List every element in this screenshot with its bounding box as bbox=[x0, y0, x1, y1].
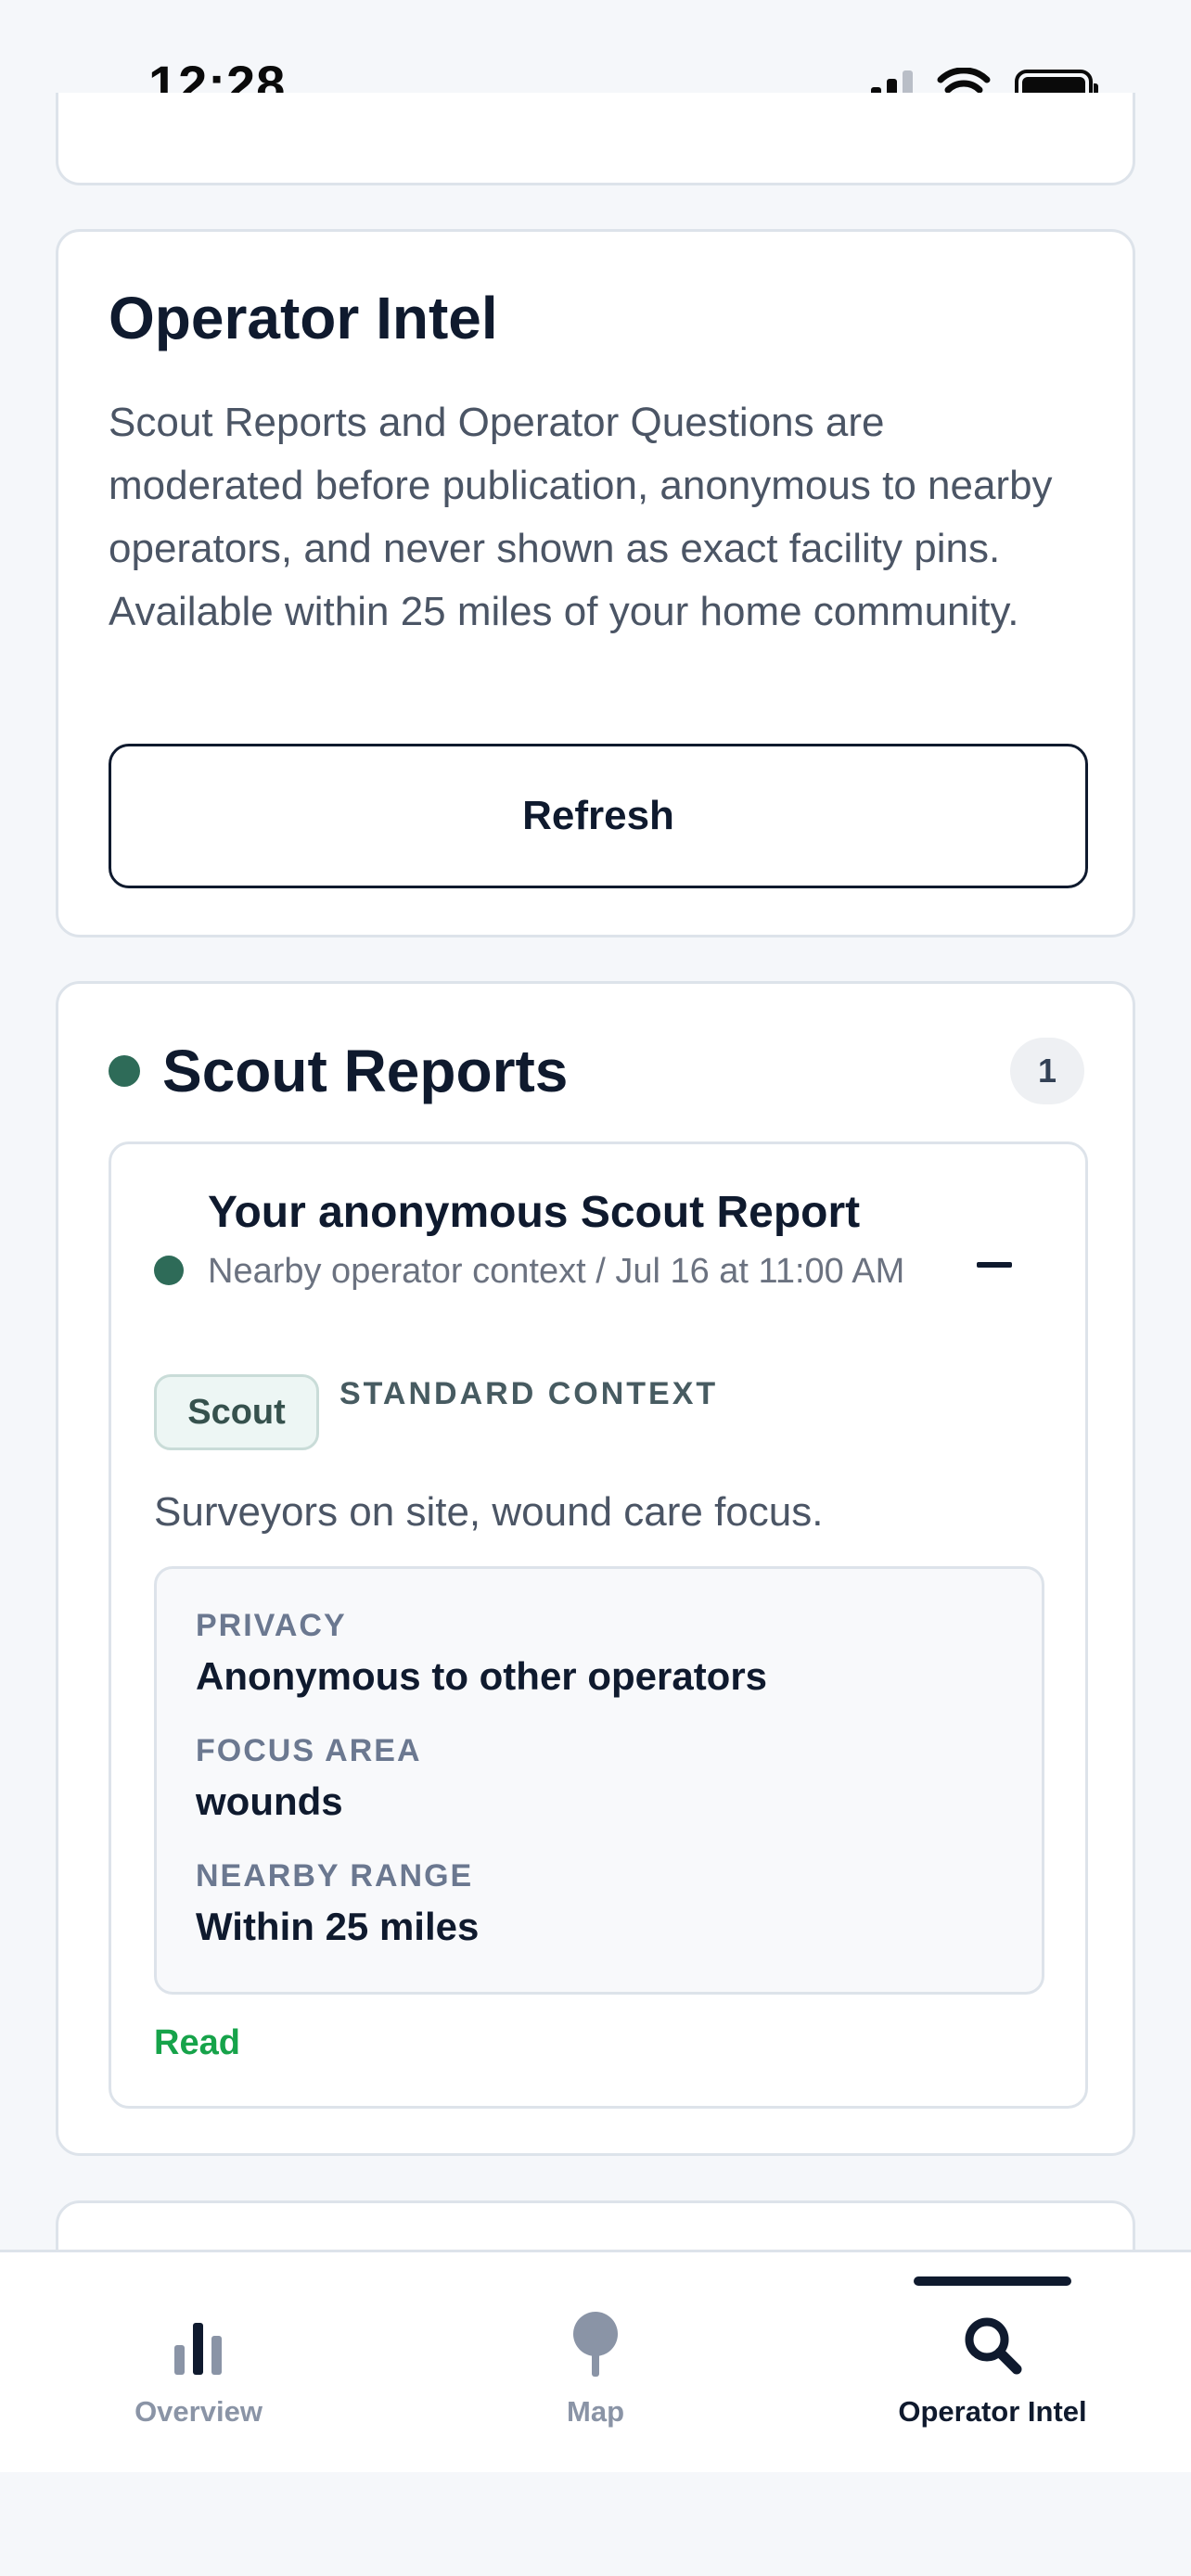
scout-status-dot bbox=[109, 1055, 140, 1087]
report-details-panel: PRIVACY Anonymous to other operators FOC… bbox=[154, 1566, 1044, 1995]
scout-report-item: Your anonymous Scout Report Nearby opera… bbox=[109, 1141, 1088, 2109]
focus-area-label: FOCUS AREA bbox=[196, 1733, 422, 1768]
report-title: Your anonymous Scout Report bbox=[208, 1188, 861, 1237]
focus-area-value: wounds bbox=[196, 1779, 343, 1823]
search-icon bbox=[965, 2317, 1022, 2375]
bottom-tab-bar: Overview Map Operator Intel bbox=[0, 2250, 1191, 2472]
tab-map-label: Map bbox=[567, 2395, 624, 2428]
tab-operator-intel-label: Operator Intel bbox=[898, 2395, 1087, 2428]
context-label: STANDARD CONTEXT bbox=[339, 1376, 719, 1411]
active-tab-indicator bbox=[914, 2276, 1071, 2286]
nearby-range-label: NEARBY RANGE bbox=[196, 1858, 474, 1894]
report-type-tag: Scout bbox=[154, 1374, 319, 1450]
scout-reports-title: Scout Reports bbox=[162, 1038, 569, 1104]
bar-chart-icon bbox=[174, 2323, 222, 2375]
report-status-dot bbox=[154, 1256, 184, 1285]
refresh-button[interactable]: Refresh bbox=[109, 744, 1088, 888]
operator-intel-title: Operator Intel bbox=[109, 285, 498, 351]
tab-overview-label: Overview bbox=[134, 2395, 263, 2428]
previous-card bbox=[56, 93, 1135, 185]
minus-icon bbox=[977, 1262, 1012, 1268]
tab-overview[interactable]: Overview bbox=[0, 2252, 397, 2475]
tab-operator-intel[interactable]: Operator Intel bbox=[794, 2252, 1191, 2475]
operator-intel-card: Operator Intel Scout Reports and Operato… bbox=[56, 229, 1135, 937]
report-meta: Nearby operator context / Jul 16 at 11:0… bbox=[208, 1252, 905, 1291]
nearby-range-value: Within 25 miles bbox=[196, 1905, 480, 1948]
privacy-label: PRIVACY bbox=[196, 1608, 347, 1643]
screen: 12:28 Operator Intel Scout Reports and O… bbox=[0, 0, 1191, 2576]
read-status-link[interactable]: Read bbox=[154, 2023, 240, 2063]
report-body: Surveyors on site, wound care focus. bbox=[154, 1489, 824, 1535]
operator-intel-description: Scout Reports and Operator Questions are… bbox=[109, 400, 1053, 634]
scout-reports-card: Scout Reports 1 Your anonymous Scout Rep… bbox=[56, 981, 1135, 2156]
tab-map[interactable]: Map bbox=[397, 2252, 794, 2475]
collapse-button[interactable] bbox=[967, 1237, 1022, 1293]
scout-reports-count-badge: 1 bbox=[1010, 1038, 1084, 1104]
map-pin-icon bbox=[573, 2312, 618, 2377]
privacy-value: Anonymous to other operators bbox=[196, 1654, 768, 1698]
